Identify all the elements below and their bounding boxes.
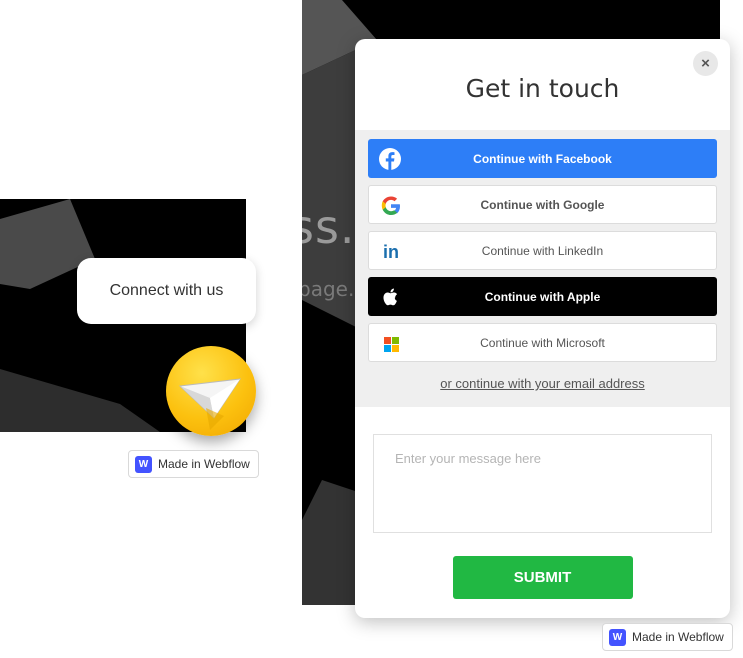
continue-with-microsoft-button[interactable]: Continue with Microsoft [368,323,717,362]
google-button-label: Continue with Google [480,197,605,212]
close-button[interactable]: × [693,51,718,76]
close-icon: × [701,55,710,72]
continue-with-linkedin-button[interactable]: in Continue with LinkedIn [368,231,717,270]
google-icon [380,195,402,217]
linkedin-icon: in [383,241,399,262]
continue-with-apple-button[interactable]: Continue with Apple [368,277,717,316]
get-in-touch-modal: Get in touch × Continue with Facebook Co… [355,39,730,618]
paper-plane-icon [178,378,242,430]
microsoft-icon [380,333,402,355]
webflow-logo-icon: W [609,628,626,646]
made-in-webflow-badge-right[interactable]: W Made in Webflow [602,623,733,651]
microsoft-button-label: Continue with Microsoft [480,335,605,350]
message-textarea[interactable]: Enter your message here [373,434,712,533]
apple-icon [379,286,401,308]
connect-label: Connect with us [109,282,224,299]
apple-button-label: Continue with Apple [484,289,601,304]
facebook-icon [379,148,401,170]
submit-label: SUBMIT [513,569,572,586]
webflow-badge-label: Made in Webflow [632,630,724,644]
webflow-logo-icon: W [135,455,152,473]
contact-fab-button[interactable] [166,346,256,436]
continue-with-facebook-button[interactable]: Continue with Facebook [368,139,717,178]
webflow-badge-label: Made in Webflow [158,457,250,471]
modal-title: Get in touch [465,74,620,103]
message-placeholder: Enter your message here [395,451,541,466]
connect-with-us-bubble[interactable]: Connect with us [77,258,256,324]
email-option-link[interactable]: or continue with your email address [355,376,730,391]
made-in-webflow-badge[interactable]: W Made in Webflow [128,450,259,478]
modal-header: Get in touch [355,39,730,130]
social-login-section: Continue with Facebook Continue with Goo… [355,130,730,407]
facebook-button-label: Continue with Facebook [473,151,612,166]
continue-with-google-button[interactable]: Continue with Google [368,185,717,224]
linkedin-button-label: Continue with LinkedIn [481,243,604,258]
hero-subtitle: page. [302,277,355,301]
submit-button[interactable]: SUBMIT [452,556,633,599]
hero-title: ss. [302,200,356,254]
